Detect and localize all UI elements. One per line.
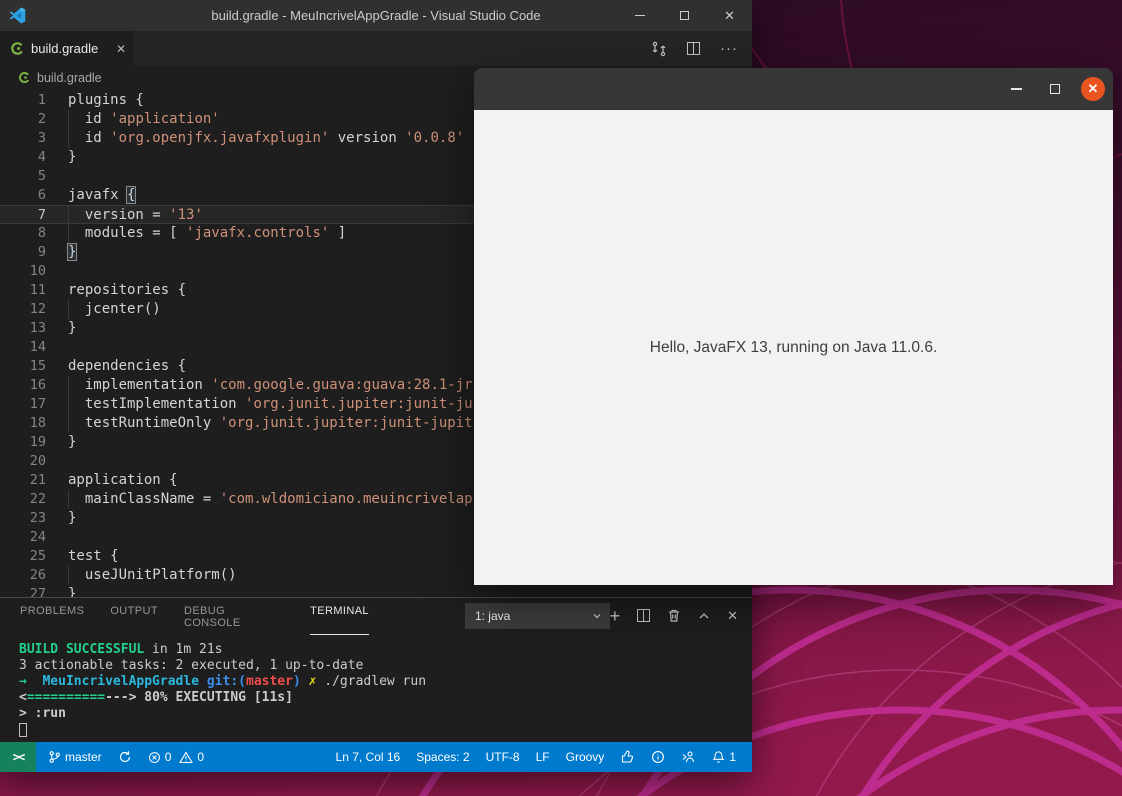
maximize-panel-button[interactable] <box>698 610 710 622</box>
sync-button[interactable] <box>110 742 140 772</box>
git-branch-indicator[interactable]: master <box>40 742 110 772</box>
line-number: 24 <box>29 529 46 545</box>
line-number: 13 <box>29 320 46 336</box>
encoding-indicator[interactable]: UTF-8 <box>478 742 528 772</box>
panel-tab-problems[interactable]: PROBLEMS <box>20 596 84 636</box>
compare-changes-icon[interactable] <box>651 41 667 57</box>
line-number: 23 <box>29 510 46 526</box>
line-number: 8 <box>37 225 46 241</box>
terminal-dropdown[interactable]: 1: java <box>464 602 610 629</box>
javafx-window: ✕ Hello, JavaFX 13, running on Java 11.0… <box>474 68 1113 585</box>
more-actions-icon[interactable]: ··· <box>720 40 738 57</box>
line-number: 26 <box>29 567 46 583</box>
terminal-line: <==========---> 80% EXECUTING [11s] <box>19 690 293 705</box>
thumbs-up-icon <box>622 750 634 763</box>
kill-terminal-button[interactable] <box>667 608 681 623</box>
terminal-line: → MeuIncrivelAppGradle git:(master) ✗ ./… <box>19 674 427 689</box>
eol-indicator[interactable]: LF <box>528 742 558 772</box>
line-number: 18 <box>29 415 46 431</box>
indentation-indicator[interactable]: Spaces: 2 <box>408 742 477 772</box>
gradle-icon <box>19 72 30 83</box>
line-number: 22 <box>29 491 46 507</box>
close-panel-button[interactable]: ✕ <box>727 608 738 624</box>
line-number: 20 <box>29 453 46 469</box>
line-number: 10 <box>29 263 46 279</box>
breadcrumb-label: build.gradle <box>37 70 102 85</box>
javafx-titlebar: ✕ <box>474 68 1113 110</box>
notifications-count: 1 <box>729 750 736 764</box>
line-number: 15 <box>29 358 46 374</box>
terminal-line: 3 actionable tasks: 2 executed, 1 up-to-… <box>19 658 364 673</box>
panel-tab-output[interactable]: OUTPUT <box>110 596 158 636</box>
javafx-close-button[interactable]: ✕ <box>1081 77 1105 101</box>
line-number: 3 <box>37 130 46 146</box>
line-number: 7 <box>37 207 46 223</box>
vscode-titlebar: build.gradle - MeuIncrivelAppGradle - Vi… <box>0 0 752 31</box>
line-number: 2 <box>37 111 46 127</box>
terminal-line: BUILD SUCCESSFUL in 1m 21s <box>19 642 223 657</box>
warnings-icon <box>179 750 194 763</box>
chevron-down-icon <box>593 613 601 618</box>
info-button[interactable] <box>643 742 673 772</box>
info-icon <box>652 751 665 763</box>
line-number: 4 <box>37 149 46 165</box>
line-number: 5 <box>37 168 46 184</box>
panel-tab-terminal[interactable]: TERMINAL <box>310 596 369 636</box>
javafx-message: Hello, JavaFX 13, running on Java 11.0.6… <box>649 338 938 356</box>
live-share-button[interactable] <box>673 742 704 772</box>
line-number: 19 <box>29 434 46 450</box>
cursor-position-indicator[interactable]: Ln 7, Col 16 <box>328 742 409 772</box>
javafx-minimize-button[interactable] <box>1003 76 1029 102</box>
line-number: 16 <box>29 377 46 393</box>
minimize-button[interactable] <box>617 0 662 31</box>
terminal-cursor <box>19 723 27 737</box>
line-number: 12 <box>29 301 46 317</box>
statusbar: >< master 0 0 Ln 7, Col 16 Spaces: 2 UTF… <box>0 742 752 772</box>
close-button[interactable]: ✕ <box>707 0 752 31</box>
errors-icon <box>148 751 160 763</box>
editor-tabbar: build.gradle ✕ ··· <box>0 31 752 66</box>
javafx-maximize-button[interactable] <box>1042 76 1068 102</box>
language-mode-indicator[interactable]: Groovy <box>558 742 613 772</box>
terminal-dropdown-value: 1: java <box>474 608 511 623</box>
line-number: 14 <box>29 339 46 355</box>
problems-indicator[interactable]: 0 0 <box>140 742 212 772</box>
tab-label: build.gradle <box>31 41 99 56</box>
javafx-content: Hello, JavaFX 13, running on Java 11.0.6… <box>474 110 1113 585</box>
panel-tab-debug-console[interactable]: DEBUG CONSOLE <box>184 596 284 636</box>
terminal-cursor-line <box>19 722 752 738</box>
panel-tabs: PROBLEMS OUTPUT DEBUG CONSOLE TERMINAL <box>20 596 369 636</box>
terminal-output[interactable]: BUILD SUCCESSFUL in 1m 21s 3 actionable t… <box>0 633 752 742</box>
line-number: 25 <box>29 548 46 564</box>
sync-icon <box>119 751 130 763</box>
line-number: 1 <box>37 92 46 108</box>
line-number: 21 <box>29 472 46 488</box>
split-terminal-button[interactable] <box>637 609 651 622</box>
line-number: 17 <box>29 396 46 412</box>
bottom-panel: PROBLEMS OUTPUT DEBUG CONSOLE TERMINAL 1: j… <box>0 597 752 742</box>
tab-close-icon[interactable]: ✕ <box>116 42 126 56</box>
errors-count: 0 <box>164 750 172 764</box>
line-number: 11 <box>29 282 46 298</box>
line-number: 6 <box>37 187 46 203</box>
live-share-icon <box>682 751 695 763</box>
vscode-logo-icon <box>9 7 26 24</box>
new-terminal-button[interactable]: + <box>610 607 621 625</box>
notifications-button[interactable]: 1 <box>704 742 744 772</box>
tab-build-gradle[interactable]: build.gradle ✕ <box>0 31 134 66</box>
git-branch-icon <box>49 751 60 763</box>
gradle-icon <box>11 42 24 55</box>
remote-indicator[interactable]: >< <box>0 742 36 772</box>
terminal-line: > :run <box>19 706 66 721</box>
warnings-count: 0 <box>197 750 205 764</box>
branch-name: master <box>65 750 102 764</box>
feedback-button[interactable] <box>612 742 643 772</box>
line-number: 9 <box>37 244 46 260</box>
maximize-button[interactable] <box>662 0 707 31</box>
panel-header: PROBLEMS OUTPUT DEBUG CONSOLE TERMINAL 1: j… <box>0 596 752 636</box>
split-editor-icon[interactable] <box>687 42 700 55</box>
bell-icon <box>712 751 725 763</box>
